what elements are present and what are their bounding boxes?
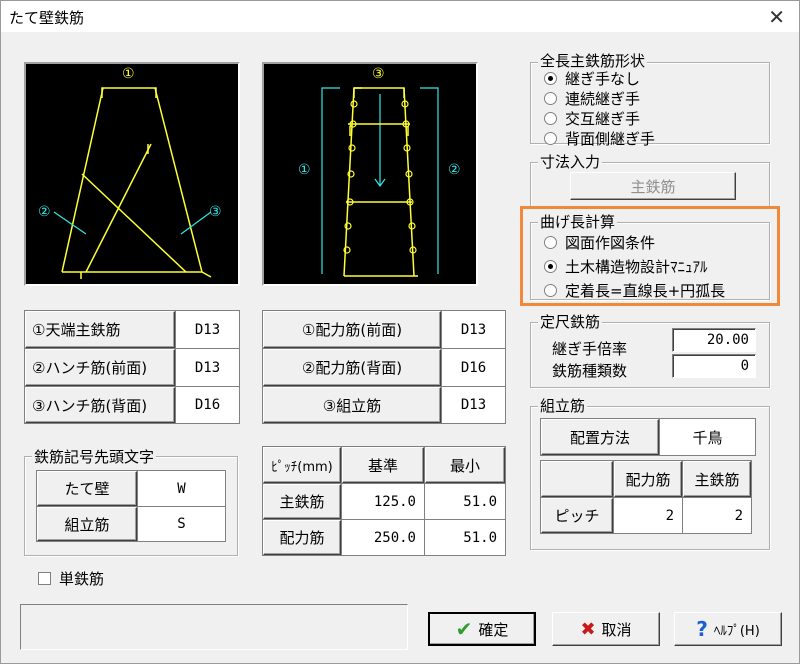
distribution-back-value[interactable]: D16	[442, 349, 505, 386]
single-rebar-box[interactable]	[38, 572, 51, 585]
radio-icon[interactable]	[544, 131, 557, 145]
bend-length-option-2[interactable]: 定着長=直線長+円孤長	[544, 280, 725, 300]
diagram-distribution-rebar: ③ ① ②	[262, 62, 478, 286]
cancel-button[interactable]: ✖ 取消	[552, 612, 660, 646]
pitch-header-base: 基準	[342, 447, 424, 483]
haunch-bar-back	[85, 143, 152, 273]
pitch-main-base-value[interactable]: 125.0	[342, 484, 424, 519]
top-main-rebar-button[interactable]: ①天端主鉄筋	[25, 311, 175, 348]
window-title: たて壁鉄筋	[9, 9, 85, 27]
diagram-right-label-3: ③	[372, 66, 385, 82]
cancel-x-icon: ✖	[580, 618, 596, 640]
full-length-option-3[interactable]: 背面側継ぎ手	[544, 128, 655, 148]
layout-method-button[interactable]: 配置方法	[541, 419, 659, 455]
wall-prefix-value[interactable]: W	[138, 471, 225, 506]
radio-icon[interactable]	[544, 71, 557, 85]
layout-method-value[interactable]: 千鳥	[660, 419, 755, 455]
joint-multiplier-label: 継ぎ手倍率	[552, 340, 628, 358]
close-icon[interactable]: ✕	[768, 5, 785, 29]
single-rebar-checkbox[interactable]: 単鉄筋	[38, 568, 104, 589]
assembly-pitch-table: 配力筋 主鉄筋 ピッチ 2 2	[540, 460, 752, 534]
assembly-bar-value[interactable]: D13	[442, 387, 505, 423]
title-bar: たて壁鉄筋 ✕	[0, 0, 800, 32]
pitch-distribution-button[interactable]: 配力筋	[263, 520, 341, 555]
bend-length-option-0[interactable]: 図面作図条件	[544, 232, 655, 252]
diagram-left-label-3: ③	[209, 204, 222, 220]
rebar-types-input[interactable]: 0	[672, 354, 756, 378]
pitch-distribution-min-value[interactable]: 51.0	[425, 520, 505, 555]
diagram-top-rebar: ① ② ③	[24, 62, 240, 286]
diagram-right-label-1: ①	[298, 162, 311, 178]
assembly-title: 組立筋	[538, 395, 588, 416]
assembly-pitch-distribution-value[interactable]: 2	[614, 498, 682, 533]
radio-icon[interactable]	[544, 283, 557, 297]
radio-icon[interactable]	[544, 235, 557, 249]
radio-icon[interactable]	[544, 111, 557, 125]
single-rebar-label: 単鉄筋	[59, 570, 105, 588]
haunch-back-button[interactable]: ③ハンチ筋(背面)	[25, 387, 175, 423]
diagram-right-label-2: ②	[448, 162, 461, 178]
help-button[interactable]: ? ﾍﾙﾌﾟ(H)	[674, 612, 782, 646]
top-main-rebar-value[interactable]: D13	[176, 311, 239, 348]
diagram-distribution-rebar-svg: ③ ① ②	[298, 66, 461, 277]
haunch-bar-front	[81, 173, 187, 273]
bend-length-option-1[interactable]: 土木構造物設計ﾏﾆｭｱﾙ	[544, 256, 708, 276]
assembly-prefix-value[interactable]: S	[138, 507, 225, 541]
assembly-layout-row: 配置方法 千鳥	[540, 418, 756, 456]
assembly-prefix-button[interactable]: 組立筋	[37, 507, 137, 541]
ok-button[interactable]: ✔ 確定	[428, 612, 536, 646]
bend-length-title: 曲げ長計算	[538, 211, 618, 232]
pitch-distribution-base-value[interactable]: 250.0	[342, 520, 424, 555]
full-length-option-0[interactable]: 継ぎ手なし	[544, 68, 640, 88]
distribution-front-value[interactable]: D13	[442, 311, 505, 348]
pitch-main-rebar-button[interactable]: 主鉄筋	[263, 484, 341, 519]
pitch-header-min: 最小	[425, 447, 505, 483]
haunch-front-button[interactable]: ②ハンチ筋(前面)	[25, 349, 175, 386]
status-area	[20, 604, 408, 650]
dimension-input-title: 寸法入力	[538, 151, 603, 172]
rebar-prefix-table: たて壁 W 組立筋 S	[36, 470, 226, 542]
assembly-bar-button[interactable]: ③組立筋	[263, 387, 441, 423]
haunch-back-value[interactable]: D16	[176, 387, 239, 423]
pitch-header-label: ﾋﾟｯﾁ(mm)	[263, 447, 341, 483]
rebar-prefix-title: 鉄筋記号先頭文字	[32, 446, 157, 467]
radio-icon[interactable]	[544, 259, 557, 273]
distribution-back-button[interactable]: ②配力筋(背面)	[263, 349, 441, 386]
diagram-left-label-2: ②	[38, 204, 51, 220]
full-length-option-1[interactable]: 連続継ぎ手	[544, 88, 640, 108]
full-length-option-2[interactable]: 交互継ぎ手	[544, 108, 640, 128]
wall-prefix-button[interactable]: たて壁	[37, 471, 137, 506]
radio-icon[interactable]	[544, 91, 557, 105]
assembly-col-distribution: 配力筋	[614, 461, 682, 497]
rebar-types-label: 鉄筋種類数	[552, 362, 628, 380]
wall-left-edge	[61, 87, 104, 273]
pitch-main-min-value[interactable]: 51.0	[425, 484, 505, 519]
fixed-length-title: 定尺鉄筋	[538, 311, 603, 332]
assembly-col-main: 主鉄筋	[683, 461, 751, 497]
wall-outline	[101, 87, 157, 98]
diagram-top-rebar-svg: ① ② ③	[38, 66, 222, 279]
wall-right-edge	[154, 87, 203, 273]
distribution-front-button[interactable]: ①配力筋(前面)	[263, 311, 441, 348]
distribution-rebar-table: ①配力筋(前面) D13 ②配力筋(背面) D16 ③組立筋 D13	[262, 310, 506, 424]
pitch-table: ﾋﾟｯﾁ(mm) 基準 最小 主鉄筋 125.0 51.0 配力筋 250.0 …	[262, 446, 506, 556]
assembly-pitch-main-value[interactable]: 2	[683, 498, 751, 533]
main-rebar-dimension-button[interactable]: 主鉄筋	[570, 172, 736, 200]
assembly-pitch-corner	[541, 461, 613, 497]
haunch-front-value[interactable]: D13	[176, 349, 239, 386]
joint-multiplier-input[interactable]: 20.00	[672, 328, 756, 352]
diagram-left-label-1: ①	[122, 66, 135, 82]
check-icon: ✔	[455, 617, 473, 641]
top-rebar-table: ①天端主鉄筋 D13 ②ハンチ筋(前面) D13 ③ハンチ筋(背面) D16	[24, 310, 240, 424]
help-question-icon: ?	[696, 617, 708, 641]
assembly-pitch-button[interactable]: ピッチ	[541, 498, 613, 533]
